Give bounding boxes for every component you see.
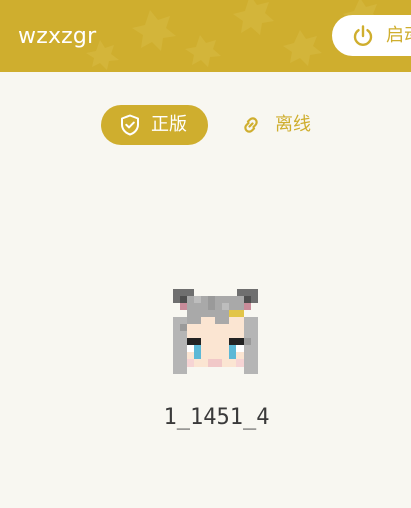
- launch-label: 启动: [386, 25, 411, 46]
- minecraft-skin-head-icon[interactable]: [173, 289, 258, 374]
- tab-offline-label: 离线: [275, 114, 311, 135]
- shield-check-icon: [121, 114, 139, 136]
- profile-name: 1_1451_4: [163, 405, 270, 430]
- app-header: wzxzgr 启动: [0, 0, 411, 72]
- tab-official[interactable]: 正版: [101, 105, 208, 145]
- username-title: wzxzgr: [18, 24, 97, 49]
- tab-offline[interactable]: 离线: [225, 105, 332, 145]
- launch-button[interactable]: 启动: [332, 15, 411, 56]
- link-icon: [244, 117, 258, 133]
- power-icon: [353, 25, 373, 47]
- tab-official-label: 正版: [151, 114, 187, 135]
